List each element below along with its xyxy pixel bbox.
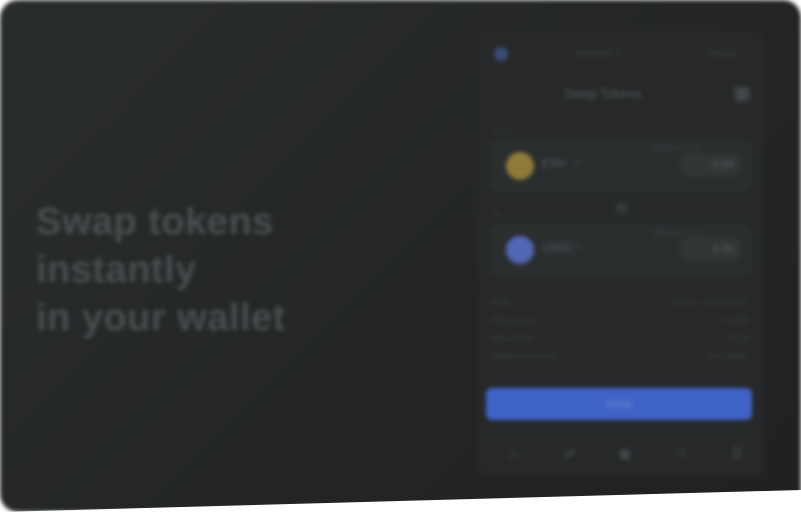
detail-key: Rate [492, 298, 509, 307]
hero-line-3: in your wallet [36, 297, 286, 339]
eth-token-icon [506, 152, 534, 180]
history-icon[interactable]: ⏱ [670, 443, 692, 463]
network-icon[interactable] [494, 47, 508, 61]
detail-value: 1 ETH = 3,240 USDC [671, 298, 748, 307]
swap-header: Swap Tokens ⚙ [478, 82, 764, 108]
bottom-nav: ⌂ ⇄ ▣ ⏱ ☰ [486, 432, 756, 473]
address-label[interactable]: 0x1a2… [709, 48, 746, 59]
from-label: From [492, 126, 513, 136]
swap-details: Rate 1 ETH = 3,240 USDC Price impact < 0… [490, 298, 752, 372]
wallet-panel: · · Account 1 0x1a2… Swap Tokens ⚙ From … [478, 30, 764, 476]
from-balance: Balance: 1.24 [653, 144, 702, 153]
swap-nav-icon[interactable]: ⇄ [558, 443, 580, 463]
from-amount-input[interactable] [680, 154, 740, 176]
detail-value: $1.23 [727, 334, 748, 343]
account-selector[interactable]: Account 1 [576, 48, 620, 59]
screenshot-card: Swap tokens instantly in your wallet · ·… [0, 0, 801, 512]
swap-direction-icon[interactable]: ⇅ [614, 201, 630, 217]
home-icon[interactable]: ⌂ [502, 443, 524, 463]
detail-value: < 0.01% [718, 316, 748, 325]
wallet-topbar: · · Account 1 0x1a2… [488, 42, 754, 66]
swap-button[interactable]: Swap [486, 388, 752, 420]
usdc-token-icon [506, 236, 534, 264]
from-token-symbol[interactable]: ETH [542, 158, 564, 170]
hero-line-2: instantly [36, 249, 197, 291]
detail-row: Rate 1 ETH = 3,240 USDC [490, 298, 752, 312]
to-balance: Balance: 0.00 [653, 228, 702, 237]
to-token-symbol[interactable]: USDC [542, 242, 573, 254]
hero-headline: Swap tokens instantly in your wallet [36, 198, 286, 342]
detail-key: Price impact [492, 316, 537, 325]
detail-key: Minimum received [492, 352, 557, 361]
network-label: · · [518, 48, 528, 59]
detail-row: Minimum received 0.00 USDC [490, 352, 752, 366]
gear-icon[interactable]: ⚙ [734, 86, 750, 102]
menu-icon[interactable]: ☰ [726, 443, 748, 463]
chevron-down-icon[interactable]: ▾ [576, 242, 581, 253]
app-frame: Swap tokens instantly in your wallet · ·… [0, 0, 801, 512]
detail-key: Network fee [492, 334, 535, 343]
detail-row: Price impact < 0.01% [490, 316, 752, 330]
to-amount-input[interactable] [680, 238, 740, 260]
page-title: Swap Tokens [564, 86, 642, 101]
to-label: To [492, 210, 502, 220]
hero-line-1: Swap tokens [36, 201, 274, 243]
chevron-down-icon[interactable]: ▾ [576, 158, 581, 169]
to-token-box: USDC ▾ Balance: 0.00 [490, 224, 752, 276]
wallet-icon[interactable]: ▣ [614, 443, 636, 463]
detail-value: 0.00 USDC [707, 352, 748, 361]
from-token-box: ETH ▾ Balance: 1.24 [490, 140, 752, 192]
detail-row: Network fee $1.23 [490, 334, 752, 348]
